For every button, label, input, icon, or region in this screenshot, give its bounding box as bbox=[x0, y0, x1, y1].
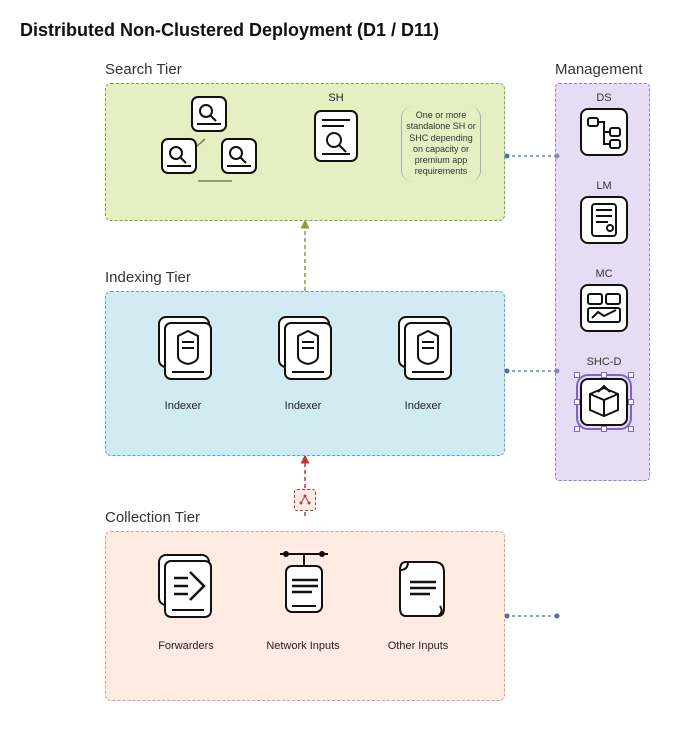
diagram-canvas: Search Tier SH One or more standalone SH… bbox=[20, 61, 680, 731]
forwarders-label: Forwarders bbox=[146, 640, 226, 652]
indexer-icon bbox=[284, 322, 332, 380]
indexing-tier-panel: Indexer Indexer Indexer bbox=[105, 291, 505, 456]
indexer-label: Indexer bbox=[148, 400, 218, 412]
management-panel: DS LM MC SHC-D bbox=[555, 83, 650, 481]
shcd-label: SHC-D bbox=[580, 356, 628, 368]
network-inputs-label: Network Inputs bbox=[258, 640, 348, 652]
indexer-icon bbox=[164, 322, 212, 380]
indexer-label: Indexer bbox=[388, 400, 458, 412]
indexer-label: Indexer bbox=[268, 400, 338, 412]
search-head-single-icon bbox=[314, 110, 358, 162]
dashboard-icon bbox=[580, 284, 628, 332]
indexer-icon bbox=[404, 322, 452, 380]
collection-tier-panel: Forwarders Network Inputs Other Inputs bbox=[105, 531, 505, 701]
other-inputs-icon bbox=[396, 558, 446, 620]
sh-label: SH bbox=[316, 92, 356, 104]
search-tier-panel: SH One or more standalone SH or SHC depe… bbox=[105, 83, 505, 221]
document-lines-icon bbox=[580, 196, 628, 244]
indexing-tier-label: Indexing Tier bbox=[105, 269, 191, 286]
forwarders-icon bbox=[164, 560, 212, 618]
sitemap-icon bbox=[580, 108, 628, 156]
search-head-icon bbox=[221, 138, 257, 174]
search-head-icon bbox=[161, 138, 197, 174]
mc-label: MC bbox=[580, 268, 628, 280]
lm-label: LM bbox=[580, 180, 628, 192]
ds-label: DS bbox=[580, 92, 628, 104]
other-inputs-label: Other Inputs bbox=[378, 640, 458, 652]
collection-tier-label: Collection Tier bbox=[105, 509, 200, 526]
sh-note: One or more standalone SH or SHC dependi… bbox=[401, 106, 481, 182]
search-tier-label: Search Tier bbox=[105, 61, 182, 78]
management-label: Management bbox=[555, 61, 643, 78]
hvf-icon bbox=[294, 489, 316, 511]
box-icon[interactable] bbox=[580, 378, 628, 426]
diagram-title: Distributed Non-Clustered Deployment (D1… bbox=[20, 20, 680, 41]
network-inputs-icon bbox=[276, 548, 332, 620]
search-head-icon bbox=[191, 96, 227, 132]
